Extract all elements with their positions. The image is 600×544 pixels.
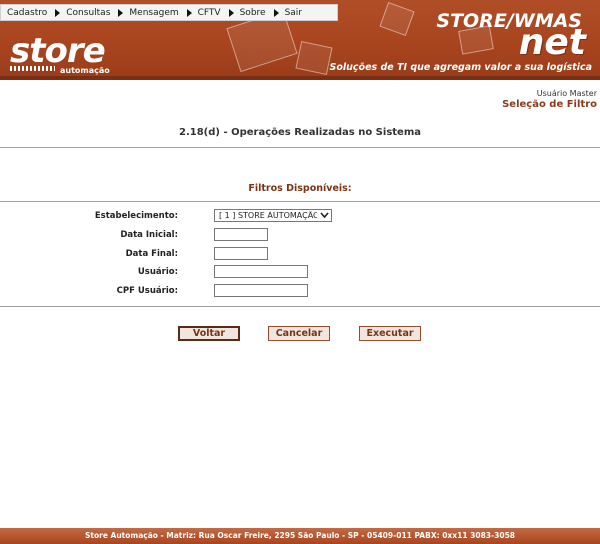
cpf-usuario-label: CPF Usuário: — [116, 286, 178, 296]
footer-text: Store Automação - Matriz: Rua Oscar Frei… — [84, 531, 516, 540]
divider — [0, 147, 600, 148]
data-inicial-label: Data Inicial: — [120, 230, 178, 240]
executar-button[interactable]: Executar — [359, 326, 421, 341]
header-stripe — [0, 76, 600, 80]
menu-item-consultas[interactable]: Consultas — [60, 7, 124, 18]
user-label: Usuário Master — [536, 89, 597, 98]
menu-label: Sobre — [239, 7, 266, 18]
cpf-usuario-field[interactable] — [214, 284, 308, 297]
divider — [0, 306, 600, 307]
menu-label: Mensagem — [129, 7, 179, 18]
cancelar-button[interactable]: Cancelar — [268, 326, 330, 341]
data-final-label: Data Final: — [125, 249, 178, 259]
logo-stripes — [10, 66, 55, 71]
estabelecimento-value: [ 1 ] STORE AUTOMAÇÃO — [219, 211, 317, 220]
section-title: Seleção de Filtro — [502, 99, 597, 110]
data-inicial-field[interactable] — [214, 228, 268, 241]
menu-item-cftv[interactable]: CFTV — [192, 8, 234, 18]
menu-label: Consultas — [66, 7, 111, 18]
estabelecimento-select[interactable]: [ 1 ] STORE AUTOMAÇÃO — [214, 209, 332, 222]
divider — [0, 201, 600, 202]
brand-net: net — [518, 22, 586, 63]
menu-bar: Cadastro Consultas Mensagem CFTV Sobre S… — [0, 4, 338, 21]
menu-label: CFTV — [197, 7, 221, 18]
estabelecimento-label: Estabelecimento: — [94, 211, 178, 221]
menu-item-sobre[interactable]: Sobre — [234, 8, 279, 18]
decorative-cube — [379, 1, 415, 37]
decorative-cube — [295, 40, 333, 76]
menu-item-mensagem[interactable]: Mensagem — [123, 7, 192, 18]
usuario-label: Usuário: — [137, 267, 178, 277]
menu-item-cadastro[interactable]: Cadastro — [1, 7, 61, 18]
page-title: 2.18(d) - Operações Realizadas no Sistem… — [179, 127, 421, 138]
usuario-field[interactable] — [214, 265, 308, 278]
tagline: Soluções de TI que agregam valor a sua l… — [329, 62, 592, 73]
store-logo: store — [10, 31, 106, 71]
voltar-button[interactable]: Voltar — [178, 326, 240, 341]
data-final-field[interactable] — [214, 247, 268, 260]
menu-item-sair[interactable]: Sair — [279, 8, 302, 18]
filters-title: Filtros Disponíveis: — [248, 183, 352, 194]
store-logo-sub: automação — [60, 66, 110, 75]
menu-label: Sair — [284, 7, 303, 18]
chevron-down-icon — [317, 212, 331, 219]
menu-label: Cadastro — [7, 7, 48, 18]
